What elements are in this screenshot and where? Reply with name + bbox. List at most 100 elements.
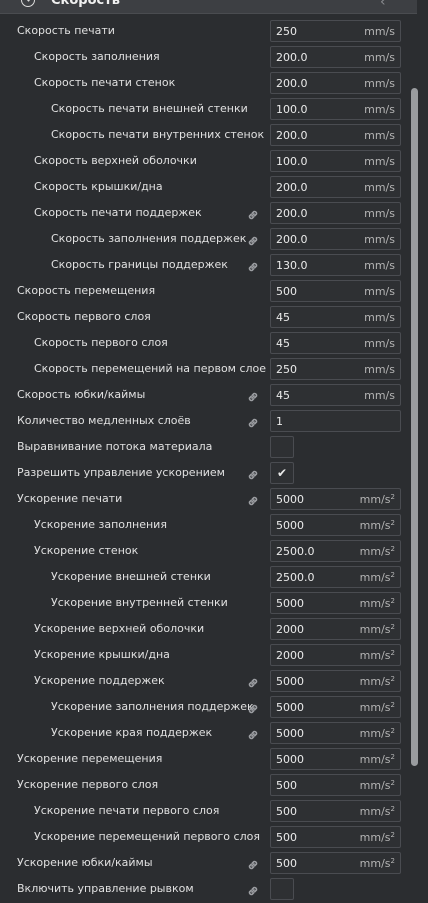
setting-value-field[interactable]: 45 mm/s <box>270 306 401 328</box>
setting-row: Ускорение внешней стенки 2500.0 mm/s2 <box>0 565 404 591</box>
setting-label: Ускорение юбки/каймы <box>17 856 153 869</box>
setting-unit: mm/s <box>364 311 395 324</box>
setting-row: Скорость верхней оболочки 100.0 mm/s <box>0 149 404 175</box>
setting-value-field[interactable]: 200.0 mm/s <box>270 176 401 198</box>
setting-unit: mm/s2 <box>359 779 395 792</box>
link-icon[interactable] <box>246 701 260 715</box>
setting-label: Ускорение заполнения поддержек <box>51 700 254 713</box>
settings-list: Скорость печати 250 mm/s Скорость заполнени… <box>0 19 404 903</box>
setting-label: Скорость перемещений на первом слое <box>34 362 267 375</box>
setting-value-field[interactable]: 45 mm/s <box>270 384 401 406</box>
setting-value-field[interactable]: 500 mm/s2 <box>270 774 401 796</box>
setting-row: Скорость первого слоя 45 mm/s <box>0 331 404 357</box>
link-icon[interactable] <box>246 259 260 273</box>
setting-unit: mm/s <box>364 259 395 272</box>
setting-row: Скорость первого слоя 45 mm/s <box>0 305 404 331</box>
setting-value-field[interactable]: 5000 mm/s2 <box>270 514 401 536</box>
setting-value: 5000 <box>276 597 304 610</box>
scrollbar-thumb[interactable] <box>411 88 418 766</box>
setting-value-field[interactable]: 5000 mm/s2 <box>270 670 401 692</box>
setting-row: Ускорение перемещений первого слоя 500 mm/… <box>0 825 404 851</box>
link-icon[interactable] <box>246 675 260 689</box>
link-icon[interactable] <box>246 883 260 897</box>
setting-value-field[interactable]: 2000 mm/s2 <box>270 618 401 640</box>
setting-unit: mm/s2 <box>359 831 395 844</box>
setting-value-field[interactable]: 200.0 mm/s <box>270 228 401 250</box>
section-title: Скорость <box>51 0 120 8</box>
setting-value-field[interactable]: 500 mm/s2 <box>270 800 401 822</box>
setting-checkbox[interactable]: ✔ <box>270 462 294 484</box>
link-icon[interactable] <box>246 415 260 429</box>
setting-row: Скорость печати внешней стенки 100.0 mm/s <box>0 97 404 123</box>
setting-row: Ускорение первого слоя 500 mm/s2 <box>0 773 404 799</box>
setting-row: Ускорение заполнения поддержек 5000 mm/s2 <box>0 695 404 721</box>
setting-value-field[interactable]: 250 mm/s <box>270 358 401 380</box>
setting-value-field[interactable]: 500 mm/s2 <box>270 852 401 874</box>
setting-label: Скорость печати внутренних стенок <box>51 128 265 141</box>
setting-value-field[interactable]: 5000 mm/s2 <box>270 488 401 510</box>
setting-row: Включить управление рывком <box>0 877 404 903</box>
section-header-speed[interactable]: Скорость ‹ <box>0 0 417 14</box>
setting-value-field[interactable]: 250 mm/s <box>270 20 401 42</box>
setting-value: 500 <box>276 805 297 818</box>
setting-label: Включить управление рывком <box>17 882 194 895</box>
setting-row: Ускорение печати 5000 mm/s2 <box>0 487 404 513</box>
setting-label: Ускорение верхней оболочки <box>34 622 205 635</box>
setting-value-field[interactable]: 200.0 mm/s <box>270 72 401 94</box>
setting-checkbox[interactable] <box>270 436 294 458</box>
setting-value-field[interactable]: 5000 mm/s2 <box>270 696 401 718</box>
setting-unit: mm/s <box>364 363 395 376</box>
setting-value-field[interactable]: 100.0 mm/s <box>270 150 401 172</box>
link-icon[interactable] <box>246 207 260 221</box>
setting-value-field[interactable]: 2000 mm/s2 <box>270 644 401 666</box>
setting-value-field[interactable]: 2500.0 mm/s2 <box>270 566 401 588</box>
setting-row: Ускорение поддержек 5000 mm/s2 <box>0 669 404 695</box>
setting-value: 200.0 <box>276 129 308 142</box>
setting-value-field[interactable]: 100.0 mm/s <box>270 98 401 120</box>
setting-value: 1 <box>276 415 283 428</box>
setting-unit: mm/s <box>364 233 395 246</box>
setting-unit: mm/s2 <box>359 493 395 506</box>
setting-label: Скорость первого слоя <box>17 310 151 323</box>
setting-row: Ускорение юбки/каймы 500 mm/s2 <box>0 851 404 877</box>
setting-unit: mm/s <box>364 389 395 402</box>
setting-unit: mm/s <box>364 25 395 38</box>
setting-value-field[interactable]: 2500.0 mm/s2 <box>270 540 401 562</box>
link-icon[interactable] <box>246 233 260 247</box>
setting-value-field[interactable]: 5000 mm/s2 <box>270 748 401 770</box>
setting-value: 45 <box>276 389 290 402</box>
setting-value-field[interactable]: 200.0 mm/s <box>270 124 401 146</box>
checkmark-icon: ✔ <box>277 466 288 480</box>
link-icon[interactable] <box>246 727 260 741</box>
setting-label: Скорость первого слоя <box>34 336 168 349</box>
setting-label: Ускорение стенок <box>34 544 139 557</box>
setting-label: Ускорение внутренней стенки <box>51 596 228 609</box>
link-icon[interactable] <box>246 493 260 507</box>
link-icon[interactable] <box>246 389 260 403</box>
setting-row: Скорость заполнения 200.0 mm/s <box>0 45 404 71</box>
chevron-left-icon[interactable]: ‹ <box>380 0 386 10</box>
setting-label: Скорость заполнения поддержек <box>51 232 247 245</box>
setting-label: Ускорение перемещения <box>17 752 163 765</box>
setting-unit: mm/s2 <box>359 805 395 818</box>
setting-row: Скорость крышки/дна 200.0 mm/s <box>0 175 404 201</box>
setting-value: 2500.0 <box>276 571 315 584</box>
link-icon[interactable] <box>246 857 260 871</box>
link-icon[interactable] <box>246 467 260 481</box>
setting-unit: mm/s2 <box>359 649 395 662</box>
setting-label: Скорость перемещения <box>17 284 156 297</box>
setting-value-field[interactable]: 45 mm/s <box>270 332 401 354</box>
setting-value-field[interactable]: 1 <box>270 410 401 432</box>
setting-value-field[interactable]: 500 mm/s2 <box>270 826 401 848</box>
setting-row: Ускорение заполнения 5000 mm/s2 <box>0 513 404 539</box>
setting-label: Разрешить управление ускорением <box>17 466 225 479</box>
setting-value-field[interactable]: 130.0 mm/s <box>270 254 401 276</box>
setting-row: Скорость печати внутренних стенок 200.0 mm… <box>0 123 404 149</box>
setting-value-field[interactable]: 200.0 mm/s <box>270 202 401 224</box>
setting-value-field[interactable]: 5000 mm/s2 <box>270 592 401 614</box>
setting-label: Скорость печати <box>17 24 115 37</box>
setting-value-field[interactable]: 200.0 mm/s <box>270 46 401 68</box>
setting-value-field[interactable]: 500 mm/s <box>270 280 401 302</box>
setting-unit: mm/s <box>364 103 395 116</box>
setting-value-field[interactable]: 5000 mm/s2 <box>270 722 401 744</box>
